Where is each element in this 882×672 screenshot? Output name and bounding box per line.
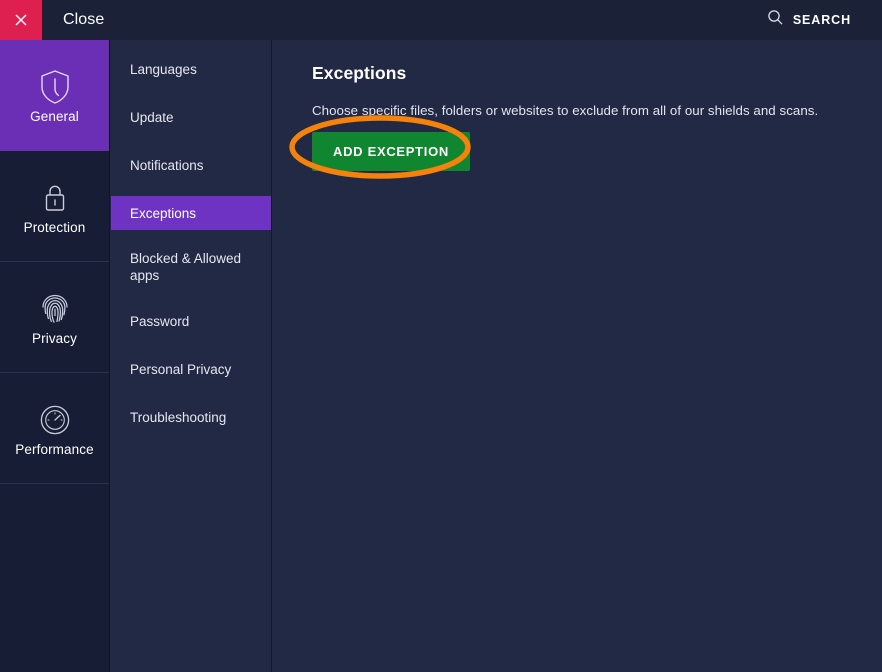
title-bar: Close SEARCH xyxy=(0,0,882,40)
subnav-item-password[interactable]: Password xyxy=(111,304,271,338)
subnav-item-troubleshooting[interactable]: Troubleshooting xyxy=(111,400,271,434)
sidebar-item-performance[interactable]: Performance xyxy=(0,373,109,484)
subnav-item-exceptions[interactable]: Exceptions xyxy=(111,196,271,230)
lock-icon xyxy=(40,178,70,218)
sidebar-item-general[interactable]: General xyxy=(0,40,109,151)
add-exception-button[interactable]: ADD EXCEPTION xyxy=(312,132,470,171)
secondary-nav: Languages Update Notifications Exception… xyxy=(111,40,272,672)
sidebar-item-protection-label: Protection xyxy=(24,220,86,235)
fingerprint-icon xyxy=(39,289,71,329)
primary-sidebar: General Protection xyxy=(0,40,110,672)
sidebar-item-performance-label: Performance xyxy=(15,442,93,457)
settings-window: Close SEARCH General xyxy=(0,0,882,672)
subnav-item-personal-privacy[interactable]: Personal Privacy xyxy=(111,352,271,386)
sidebar-item-protection[interactable]: Protection xyxy=(0,151,109,262)
page-description: Choose specific files, folders or websit… xyxy=(312,103,856,118)
page-title: Exceptions xyxy=(312,63,856,84)
titlebar-spacer xyxy=(104,0,766,40)
subnav-item-update[interactable]: Update xyxy=(111,100,271,134)
gauge-icon xyxy=(38,400,72,440)
main-content: Exceptions Choose specific files, folder… xyxy=(273,40,882,672)
subnav-item-blocked-allowed-apps[interactable]: Blocked & Allowed apps xyxy=(111,244,271,290)
subnav-item-notifications[interactable]: Notifications xyxy=(111,148,271,182)
shield-icon xyxy=(39,67,71,107)
close-icon xyxy=(13,12,29,28)
sidebar-filler xyxy=(0,484,109,672)
search-button[interactable]: SEARCH xyxy=(767,0,851,40)
close-label[interactable]: Close xyxy=(63,0,104,40)
search-icon xyxy=(767,9,784,31)
sidebar-item-privacy-label: Privacy xyxy=(32,331,77,346)
sidebar-item-general-label: General xyxy=(30,109,79,124)
sidebar-item-privacy[interactable]: Privacy xyxy=(0,262,109,373)
close-button[interactable] xyxy=(0,0,42,40)
subnav-item-languages[interactable]: Languages xyxy=(111,52,271,86)
search-label: SEARCH xyxy=(793,13,851,27)
